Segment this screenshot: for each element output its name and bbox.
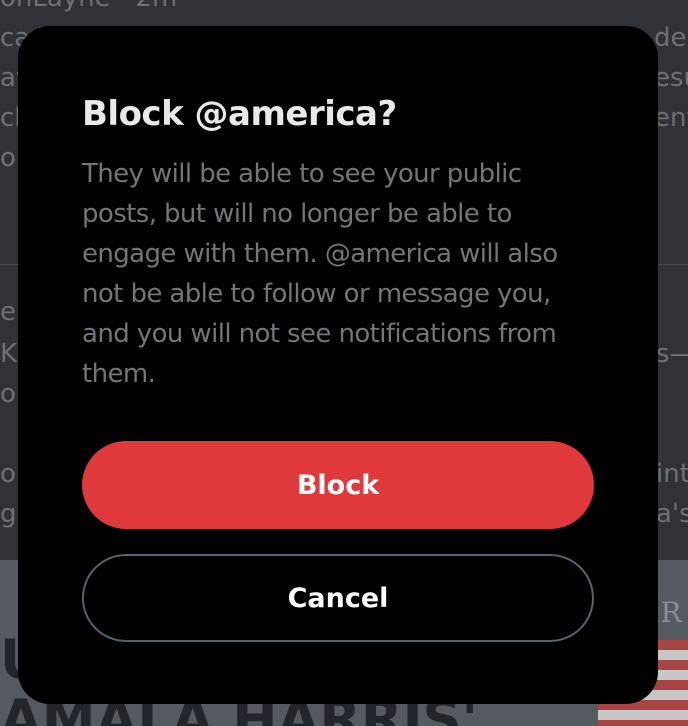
feed-fragment: onLayne · 2m: [0, 0, 177, 18]
feed-fragment: esu: [654, 63, 688, 93]
block-confirmation-dialog: Block @america? They will be able to see…: [18, 26, 658, 704]
cancel-button-label: Cancel: [287, 582, 389, 614]
feed-fragment: int: [656, 459, 688, 489]
feed-fragment: der: [654, 23, 688, 53]
cancel-button[interactable]: Cancel: [82, 554, 594, 642]
dialog-description: They will be able to see your public pos…: [82, 159, 558, 389]
feed-fragment: ent: [654, 103, 688, 133]
dialog-title: Block @america?: [82, 94, 397, 134]
feed-fragment: a's: [656, 499, 688, 529]
feed-fragment: s—: [656, 339, 688, 369]
block-button-label: Block: [296, 469, 380, 501]
block-button[interactable]: Block: [82, 441, 594, 529]
